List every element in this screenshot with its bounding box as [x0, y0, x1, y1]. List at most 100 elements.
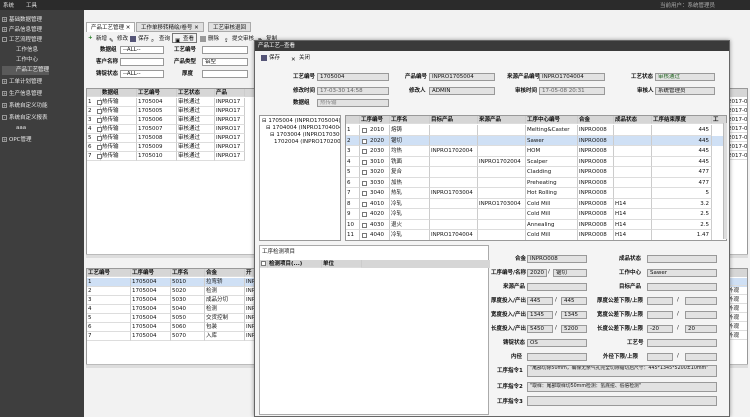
column-header[interactable]: 产品 — [215, 89, 245, 97]
process-no-input[interactable] — [202, 46, 248, 54]
sidebar-item[interactable]: - 工艺流程管理 — [2, 36, 42, 45]
table-row[interactable]: 3 2030 均热 INPRO1702004 HOM INPRO008 445 — [346, 146, 726, 157]
table-row[interactable]: 5 3020 复合 Cladding INPRO008 477 — [346, 167, 726, 178]
column-header[interactable]: 工序结束厚度 — [652, 116, 712, 124]
column-header[interactable]: 工序编号 — [360, 116, 390, 124]
close-icon[interactable]: ✕ — [194, 25, 199, 31]
finish-status-field[interactable] — [647, 255, 717, 263]
dialog-save-button[interactable]: 保存 — [261, 53, 280, 63]
column-header[interactable]: 工艺编号 — [87, 269, 131, 277]
select-all-checkbox[interactable] — [261, 261, 266, 266]
sidebar-item[interactable]: 工作中心 — [2, 56, 38, 65]
tree-node-label: 1705004 (INPRO1705004) — [268, 118, 341, 124]
sidebar-item[interactable]: + 产品信息管理 — [2, 26, 42, 35]
column-header[interactable]: 工序中心编号 — [526, 116, 578, 124]
row-checkbox[interactable] — [97, 100, 102, 105]
expand-icon[interactable]: + — [2, 137, 7, 142]
expand-icon[interactable]: + — [2, 103, 7, 108]
sidebar-item[interactable]: 工作信息 — [2, 46, 38, 55]
menu-tools[interactable]: 工具 — [26, 1, 37, 9]
close-icon[interactable]: ✕ — [126, 25, 131, 31]
expand-icon[interactable]: + — [2, 27, 7, 32]
column-header[interactable]: 数据组 — [101, 89, 137, 97]
table-row[interactable]: 4 3010 铣面 INPRO1702004 Scalper INPRO008 445 — [346, 156, 726, 167]
row-checkbox[interactable] — [362, 128, 367, 133]
vertical-scrollbar[interactable] — [723, 123, 727, 239]
row-checkbox[interactable] — [97, 154, 102, 159]
table-row[interactable]: 6 3030 加热 Preheating INPRO008 477 — [346, 177, 726, 188]
table-row[interactable]: 9 4020 冷轧 Cold Mill INPRO008 H14 2.5 — [346, 209, 726, 220]
product-group-select[interactable]: --ALL-- — [120, 46, 164, 54]
new-button[interactable]: + 新增 — [88, 34, 107, 44]
cast-field[interactable]: OS — [527, 339, 587, 347]
tree-node[interactable]: ⊟ 1703004 (INPRO1703004) — [270, 132, 340, 139]
column-header[interactable]: 工序编号 — [131, 269, 171, 277]
sidebar-item[interactable]: + 系统自定义功能 — [2, 102, 48, 111]
row-checkbox[interactable] — [97, 145, 102, 150]
view-button[interactable]: ▣ 查看 — [172, 33, 198, 44]
thickness-input[interactable] — [202, 70, 248, 78]
column-header[interactable]: 来源产品 — [478, 116, 526, 124]
collapse-icon[interactable]: - — [2, 115, 7, 120]
row-checkbox[interactable] — [97, 136, 102, 141]
cast-status-select[interactable]: --ALL-- — [120, 70, 164, 78]
table-row[interactable]: 8 4010 冷轧 INPRO1703004 Cold Mill INPRO008 H14 3… — [346, 198, 726, 209]
row-checkbox[interactable] — [362, 201, 367, 207]
column-header[interactable]: 合金 — [578, 116, 614, 124]
row-checkbox[interactable] — [362, 149, 367, 154]
table-row[interactable]: 11 4040 冷轧 INPRO1704004 Cold Mill INPRO008 H14… — [346, 230, 726, 240]
column-header[interactable]: 工序名 — [390, 116, 430, 124]
column-header[interactable]: 工艺编号 — [137, 89, 177, 97]
sidebar-item[interactable]: + 生产信息管理 — [2, 90, 42, 99]
edit-button[interactable]: ✎ 修改 — [109, 34, 128, 44]
row-checkbox[interactable] — [362, 233, 367, 238]
sidebar-item[interactable]: + 基础数据管理 — [2, 16, 42, 25]
column-header[interactable]: 目标产品 — [430, 116, 478, 124]
row-checkbox[interactable] — [97, 118, 102, 123]
table-row[interactable]: 10 4030 退火 Annealing INPRO008 H14 2.5 — [346, 219, 726, 230]
table-cell: 1 — [346, 125, 360, 136]
column-header[interactable]: 合金 — [205, 269, 245, 277]
tree-node[interactable]: ⊟ 1705004 (INPRO1705004) — [262, 118, 341, 125]
tab-product-process[interactable]: 产品工艺管理 ✕ — [86, 22, 136, 32]
column-header[interactable]: 成品状态 — [614, 116, 652, 124]
row-checkbox[interactable] — [362, 222, 367, 228]
column-header[interactable] — [346, 116, 360, 124]
save-button[interactable]: 保存 — [130, 34, 149, 44]
expand-icon[interactable]: + — [2, 79, 7, 84]
column-header[interactable]: 工艺状态 — [177, 89, 215, 97]
table-row[interactable]: 1 2010 熔铸 Melting&Caster INPRO008 445 — [346, 125, 726, 136]
sidebar-item[interactable]: aaa — [2, 124, 26, 133]
row-checkbox[interactable] — [362, 212, 367, 217]
column-header[interactable]: 工序名 — [171, 269, 205, 277]
sidebar-item[interactable]: - 系统自定义报表 — [2, 114, 48, 123]
expand-icon[interactable]: + — [2, 91, 7, 96]
row-checkbox[interactable] — [362, 170, 367, 175]
collapse-icon[interactable]: - — [2, 37, 7, 42]
dialog-close-button[interactable]: ✕ 关闭 — [291, 53, 310, 63]
tab-work-order[interactable]: 工作单移转精绘/卷号 ✕ — [136, 22, 204, 32]
table-row[interactable]: 7 3040 热轧 INPRO1703004 Hot Rolling INPRO008 5 — [346, 188, 726, 199]
status-field[interactable]: 审核通过 — [655, 73, 715, 81]
row-checkbox[interactable] — [97, 109, 102, 114]
sidebar-item[interactable]: + 工单计划管理 — [2, 78, 42, 87]
sidebar-item[interactable]: + OPC管理 — [2, 136, 32, 145]
query-button[interactable]: ⌕ 查询 — [151, 34, 170, 44]
tree-node[interactable]: ⊟ 1704004 (INPRO1704004) — [266, 125, 340, 132]
column-header[interactable] — [87, 89, 101, 97]
customer-input[interactable] — [120, 58, 164, 66]
table-row[interactable]: 2 2020 锯切 Sawer INPRO008 445 — [346, 135, 726, 146]
submit-audit-button[interactable]: ⇪ 提交审核 — [224, 34, 254, 44]
row-checkbox[interactable] — [362, 180, 367, 186]
row-checkbox[interactable] — [362, 159, 367, 165]
row-checkbox[interactable] — [362, 191, 367, 196]
tree-node[interactable]: 1702004 (INPRO1702004) — [274, 139, 340, 146]
product-type-select[interactable]: 铝型 — [202, 58, 248, 66]
sidebar-item[interactable]: 产品工艺管理 — [2, 66, 50, 75]
row-checkbox[interactable] — [362, 138, 367, 144]
menu-system[interactable]: 系统 — [3, 1, 14, 9]
delete-button[interactable]: 删除 — [200, 34, 219, 44]
row-checkbox[interactable] — [97, 127, 102, 132]
expand-icon[interactable]: + — [2, 17, 7, 22]
tab-audit-return[interactable]: 工艺审核退回 — [208, 22, 252, 32]
